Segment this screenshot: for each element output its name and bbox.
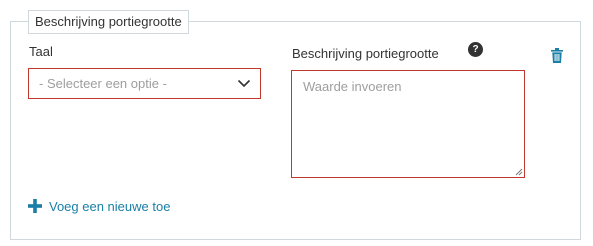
language-label: Taal [29, 44, 53, 59]
add-new-button[interactable]: Voeg een nieuwe toe [28, 197, 170, 215]
add-new-label: Voeg een nieuwe toe [49, 198, 171, 214]
plus-icon [28, 199, 42, 213]
description-label: Beschrijving portiegrootte [292, 46, 439, 61]
help-icon[interactable]: ? [468, 42, 483, 57]
resize-grip-icon[interactable] [515, 168, 523, 176]
trash-icon[interactable] [551, 48, 563, 63]
fieldset-legend: Beschrijving portiegrootte [28, 10, 189, 34]
description-placeholder: Waarde invoeren [303, 79, 402, 94]
language-select[interactable]: - Selecteer een optie - [28, 68, 261, 99]
description-textarea[interactable]: Waarde invoeren [291, 70, 525, 178]
chevron-down-icon [237, 79, 251, 88]
language-select-value: - Selecteer een optie - [39, 76, 167, 91]
